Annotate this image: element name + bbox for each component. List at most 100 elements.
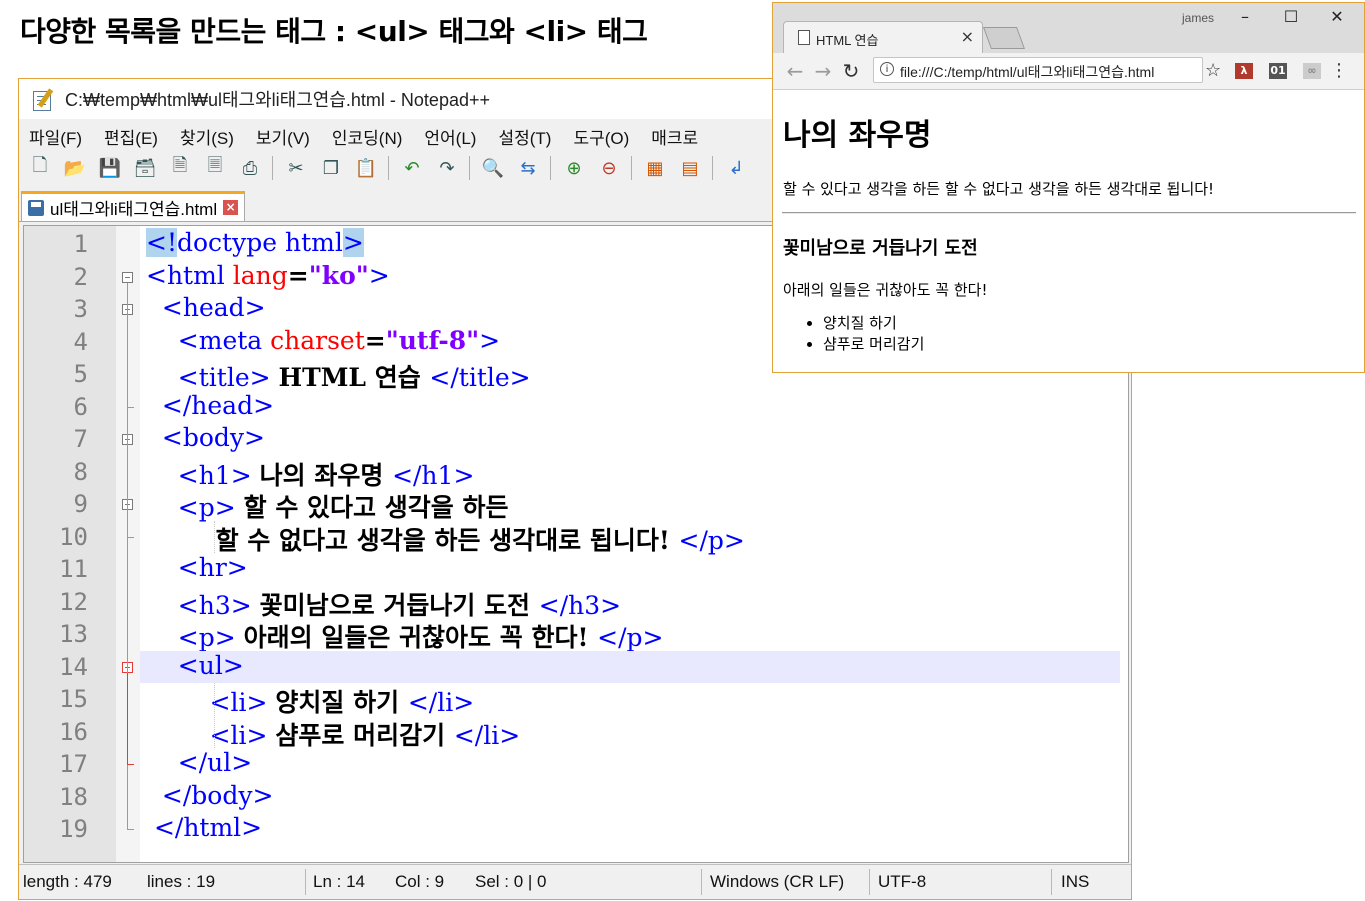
code-line[interactable]: </ul> (140, 748, 1128, 781)
status-lines: lines : 19 (147, 872, 216, 891)
menu-settings[interactable]: 설정(T) (498, 124, 551, 149)
close-icon[interactable]: 🗎 (167, 155, 193, 181)
code-line[interactable]: </body> (140, 781, 1128, 814)
tab-close-icon[interactable]: × (961, 27, 974, 46)
tab-close-icon[interactable]: × (223, 200, 239, 215)
line-number: 9 (73, 490, 88, 518)
open-file-icon[interactable]: 📂 (62, 155, 88, 181)
code-line[interactable]: <h3> 꽃미남으로 거듭나기 도전 </h3> (140, 586, 1128, 620)
wrap-icon[interactable]: ↲ (723, 155, 749, 181)
code-line[interactable]: 할 수 없다고 생각을 하든 생각대로 됩니다! </p> (140, 521, 1128, 555)
code-token: </li> (453, 720, 521, 750)
tab-file[interactable]: ul태그와li태그연습.html × (21, 191, 246, 221)
code-line[interactable]: <body> (140, 423, 1128, 456)
list-item: 샴푸로 머리감기 (823, 334, 924, 355)
toolbar-separator (550, 156, 551, 180)
status-divider (1051, 869, 1052, 895)
forward-icon[interactable]: → (811, 59, 835, 83)
maximize-icon[interactable]: ☐ (1268, 7, 1314, 31)
menu-view[interactable]: 보기(V) (256, 124, 310, 149)
code-line[interactable]: <li> 양치질 하기 </li> (140, 683, 1128, 717)
menu-macro[interactable]: 매크로 (651, 124, 698, 149)
code-token: charset (270, 325, 365, 355)
close-all-icon[interactable]: 🗏 (202, 155, 228, 181)
code-line[interactable]: <hr> (140, 553, 1128, 586)
line-number: 3 (73, 295, 88, 323)
notepad-title: C:₩temp₩html₩ul태그와li태그연습.html - Notepad+… (65, 90, 490, 110)
code-token: "utf-8" (385, 325, 480, 355)
line-number-gutter: 1 2 3 4 5 6 7 8 9 10 11 12 13 14 15 16 17 18 19 (24, 226, 116, 862)
page-icon (798, 30, 810, 45)
code-line[interactable]: <h1> 나의 좌우명 </h1> (140, 456, 1128, 490)
status-divider (701, 869, 702, 895)
code-token: <ul> (146, 650, 244, 680)
paste-icon[interactable]: 📋 (353, 155, 379, 181)
code-token: 할 수 없다고 생각을 하든 생각대로 됩니다! (215, 525, 679, 555)
window-close-icon[interactable]: ✕ (1314, 7, 1360, 31)
zoom-out-icon[interactable]: ⊖ (596, 155, 622, 181)
code-line[interactable]: <p> 할 수 있다고 생각을 하든 (140, 488, 1128, 522)
line-number: 18 (59, 782, 88, 811)
code-token: = (364, 325, 386, 355)
zoom-in-icon[interactable]: ⊕ (561, 155, 587, 181)
code-line[interactable]: <p> 아래의 일들은 귀찮아도 꼭 한다! </p> (140, 618, 1128, 652)
info-icon[interactable]: i (880, 62, 894, 76)
minimize-icon[interactable]: – (1222, 7, 1268, 31)
profile-name[interactable]: james (1182, 11, 1214, 25)
bookmark-star-icon[interactable]: ☆ (1205, 60, 1221, 81)
code-line[interactable]: </head> (140, 391, 1128, 424)
fold-end (127, 406, 134, 408)
code-line[interactable]: </html> (140, 813, 1128, 846)
list-item: 양치질 하기 (823, 313, 924, 334)
code-token: <meta (146, 325, 271, 355)
print-icon[interactable]: ⎙ (237, 155, 263, 181)
menu-encoding[interactable]: 인코딩(N) (332, 124, 403, 149)
menu-file[interactable]: 파일(F) (29, 124, 82, 149)
code-token: <li> (146, 720, 276, 750)
extension-icon[interactable]: ∞ (1303, 63, 1321, 79)
sync-h-icon[interactable]: ▤ (677, 155, 703, 181)
menu-edit[interactable]: 편집(E) (104, 124, 158, 149)
notepad-app-icon (31, 88, 55, 111)
reload-icon[interactable]: ↻ (839, 59, 863, 83)
save-icon[interactable]: 💾 (97, 155, 123, 181)
cut-icon[interactable]: ✂ (283, 155, 309, 181)
page-paragraph: 할 수 있다고 생각을 하든 할 수 없다고 생각을 하든 생각대로 됩니다! (783, 180, 1215, 198)
sync-v-icon[interactable]: ▦ (642, 155, 668, 181)
code-token: 할 수 있다고 생각을 하든 (243, 493, 509, 522)
code-token: > (368, 260, 390, 290)
toolbar-separator (469, 156, 470, 180)
browser-tab[interactable]: HTML 연습 × (783, 21, 983, 53)
status-encoding[interactable]: UTF-8 (878, 865, 926, 899)
menu-language[interactable]: 언어(L) (424, 124, 476, 149)
new-tab-button[interactable] (982, 27, 1026, 49)
fold-end (127, 536, 134, 538)
fold-end (127, 764, 134, 765)
status-col: Col : 9 (395, 872, 445, 891)
undo-icon[interactable]: ↶ (399, 155, 425, 181)
save-all-icon[interactable]: 🗃 (132, 155, 158, 181)
new-file-icon[interactable]: 🗋 (27, 155, 53, 181)
copy-icon[interactable]: ❐ (318, 155, 344, 181)
menu-tools[interactable]: 도구(O) (573, 124, 629, 149)
line-number: 4 (73, 327, 88, 356)
indent-guide (214, 520, 216, 553)
replace-icon[interactable]: ⇆ (515, 155, 541, 181)
pdf-extension-icon[interactable]: λ (1235, 63, 1253, 79)
menu-search[interactable]: 찾기(S) (180, 124, 234, 149)
redo-icon[interactable]: ↷ (434, 155, 460, 181)
code-token: lang (232, 260, 288, 290)
code-line[interactable]: <ul> (140, 650, 1120, 683)
find-icon[interactable]: 🔍 (480, 155, 506, 181)
code-token: <h1> (146, 460, 260, 490)
address-bar[interactable]: i file:///C:/temp/html/ul태그와li태그연습.html (873, 57, 1203, 83)
status-eol[interactable]: Windows (CR LF) (710, 865, 844, 899)
code-line[interactable]: <li> 샴푸로 머리감기 </li> (140, 716, 1128, 750)
fold-toggle-icon[interactable] (122, 271, 133, 283)
menu-kebab-icon[interactable]: ⋮ (1330, 60, 1348, 81)
browser-toolbar: ← → ↻ i file:///C:/temp/html/ul태그와li태그연습… (773, 53, 1364, 90)
back-icon[interactable]: ← (783, 59, 807, 83)
binary-extension-icon[interactable]: 01 (1269, 63, 1287, 79)
tab-label: ul태그와li태그연습.html (50, 200, 218, 219)
